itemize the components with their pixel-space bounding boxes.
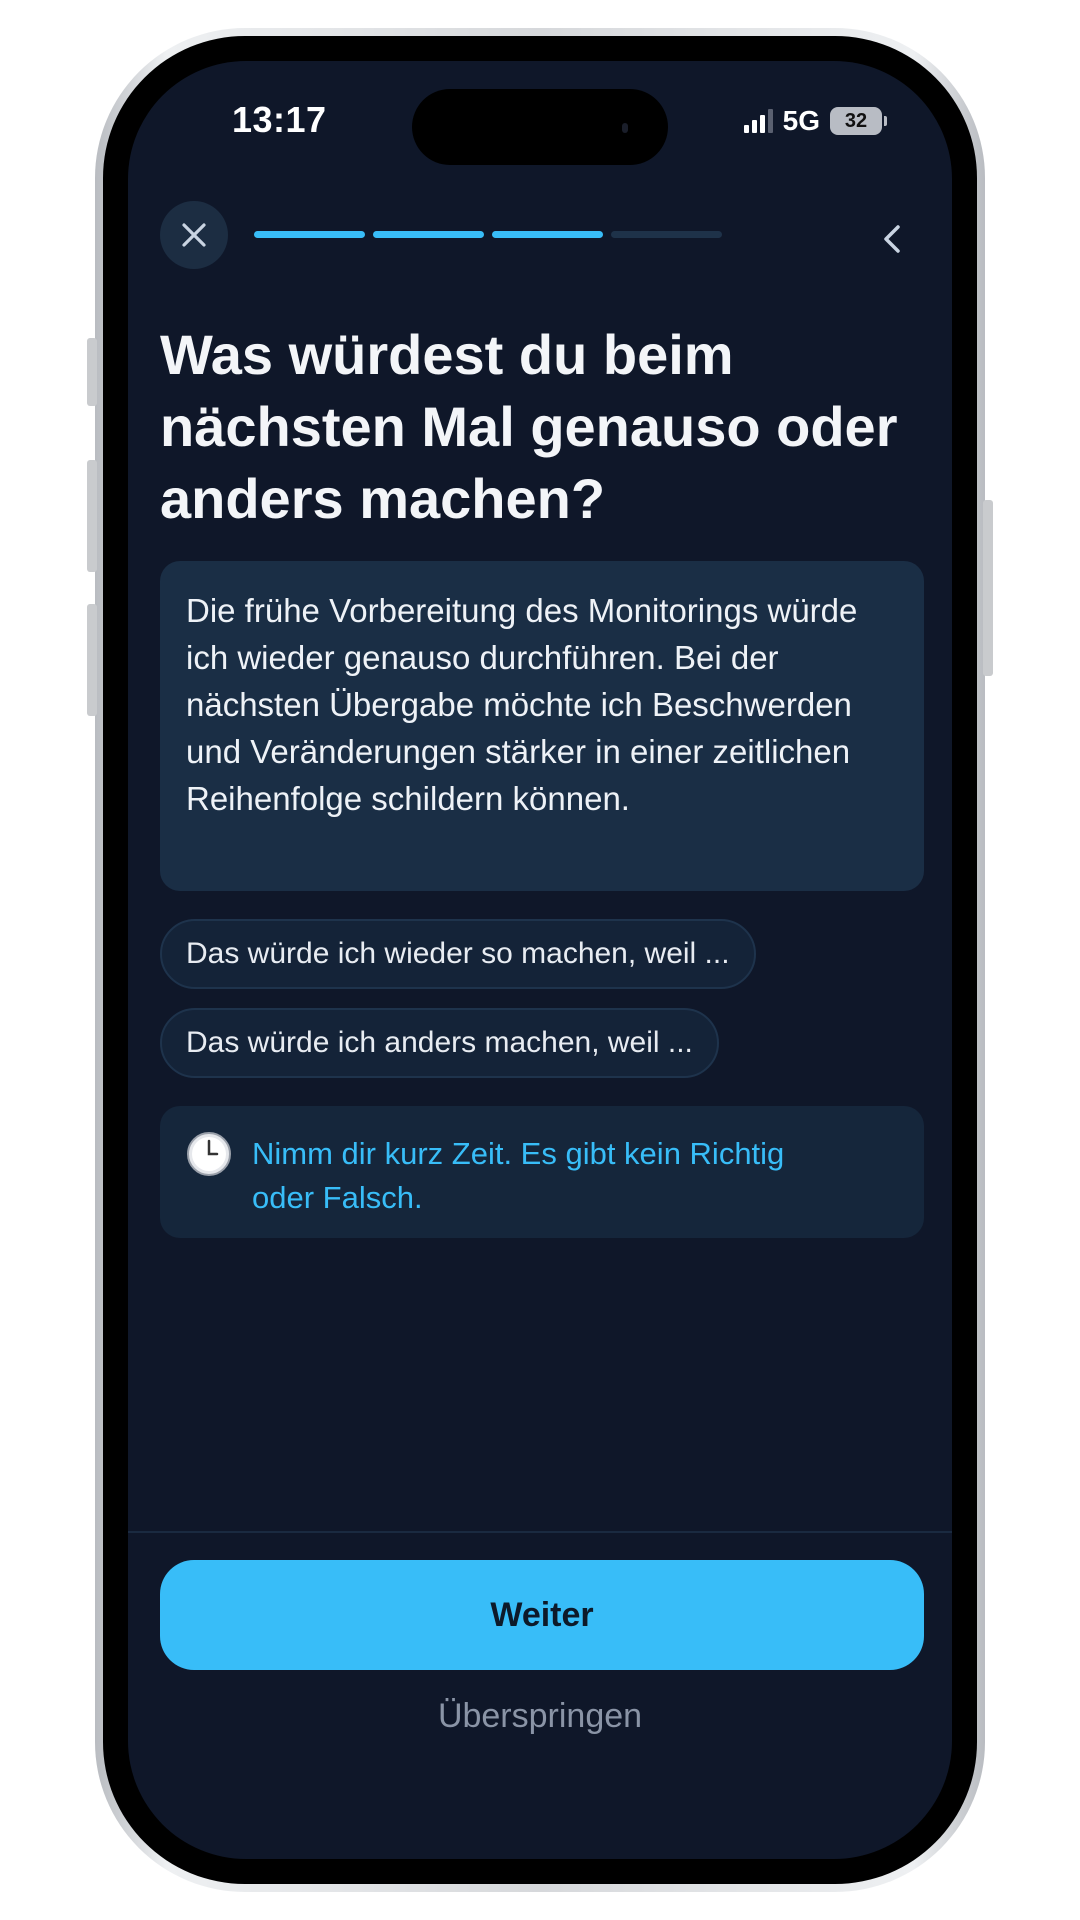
back-button[interactable] bbox=[876, 219, 908, 259]
app-screen: 13:17 5G 32 Was würdest du beim nächsten… bbox=[128, 61, 952, 1859]
progress-step bbox=[611, 231, 722, 238]
volume-up-button bbox=[87, 460, 97, 572]
hint-card: Nimm dir kurz Zeit. Es gibt kein Richtig… bbox=[160, 1106, 924, 1238]
dynamic-island bbox=[412, 89, 668, 165]
suggestion-chip-label: Das würde ich anders machen, weil ... bbox=[186, 1026, 693, 1059]
signal-icon bbox=[743, 109, 773, 133]
progress-indicator bbox=[254, 231, 722, 238]
footer-divider bbox=[128, 1531, 952, 1533]
continue-button[interactable]: Weiter bbox=[160, 1560, 924, 1670]
progress-step bbox=[373, 231, 484, 238]
camera-dot bbox=[622, 123, 628, 133]
question-title: Was würdest du beim nächsten Mal genauso… bbox=[160, 323, 898, 530]
progress-step bbox=[254, 231, 365, 238]
suggestion-chip-different[interactable]: Das würde ich anders machen, weil ... bbox=[160, 1008, 719, 1078]
action-button bbox=[87, 338, 97, 406]
progress-step bbox=[492, 231, 603, 238]
suggestion-chip-label: Das würde ich wieder so machen, weil ... bbox=[186, 937, 730, 970]
clock-icon bbox=[187, 1132, 231, 1176]
answer-text-area[interactable]: Die frühe Vorbereitung des Monitorings w… bbox=[160, 561, 924, 891]
hint-text: Nimm dir kurz Zeit. Es gibt kein Richtig… bbox=[252, 1136, 785, 1215]
status-indicators: 5G 32 bbox=[743, 105, 887, 137]
chevron-left-icon bbox=[884, 225, 900, 253]
close-button[interactable] bbox=[160, 201, 228, 269]
status-time: 13:17 bbox=[232, 99, 327, 140]
volume-down-button bbox=[87, 604, 97, 716]
suggestion-chip-same[interactable]: Das würde ich wieder so machen, weil ... bbox=[160, 919, 756, 989]
battery-level: 32 bbox=[844, 109, 868, 132]
skip-button[interactable]: Überspringen bbox=[128, 1697, 952, 1736]
network-label: 5G bbox=[782, 105, 820, 136]
battery-icon: 32 bbox=[830, 107, 887, 135]
close-icon bbox=[182, 223, 206, 247]
power-button bbox=[983, 500, 993, 676]
answer-text: Die frühe Vorbereitung des Monitorings w… bbox=[186, 592, 858, 817]
